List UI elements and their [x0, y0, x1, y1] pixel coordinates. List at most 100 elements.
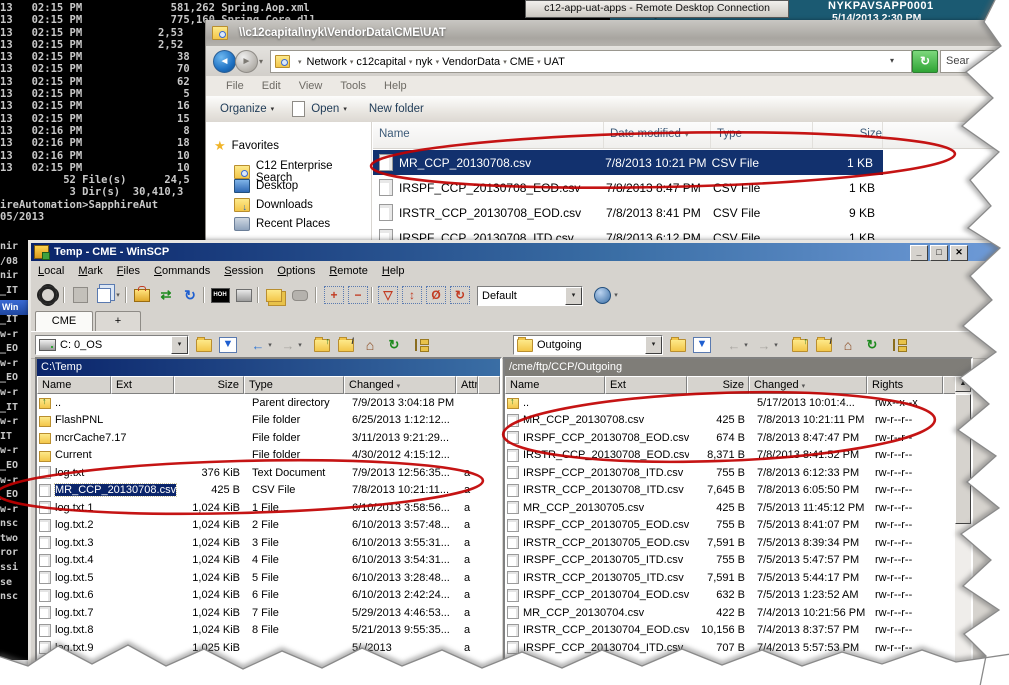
column-header-name[interactable]: Name	[373, 122, 604, 148]
clear-selection-icon[interactable]: Ø	[425, 285, 447, 305]
local-file-row[interactable]: .. Parent directory 7/9/2013 3:04:18 PM	[37, 394, 500, 412]
remote-root-directory-icon[interactable]: /	[813, 335, 835, 355]
menu-item[interactable]: Mark	[78, 261, 102, 281]
remote-open-directory-icon[interactable]	[667, 335, 689, 355]
remote-home-directory-icon[interactable]: ⌂	[837, 335, 859, 355]
search-input[interactable]: Sear	[940, 50, 1009, 73]
select-files-icon[interactable]: +	[323, 285, 345, 305]
menu-item[interactable]: Edit	[262, 76, 281, 96]
session-tab-cme[interactable]: CME	[35, 311, 93, 332]
remote-file-row[interactable]: MR_CCP_20130705.csv 425 B 7/5/2013 11:45…	[505, 499, 955, 517]
winscp-titlebar[interactable]: Temp - CME - WinSCP _ □ ✕	[31, 243, 1006, 261]
putty-icon[interactable]	[233, 285, 255, 305]
synchronize-icon[interactable]	[131, 285, 153, 305]
scrollbar-thumb[interactable]	[955, 394, 971, 524]
local-file-row[interactable]: MR_CCP_20130708.csv 425 B CSV File 7/8/2…	[37, 482, 500, 500]
forward-button[interactable]: ►	[235, 50, 258, 73]
local-file-row[interactable]: log.txt.8 1,024 KiB 8 File 5/21/2013 9:5…	[37, 622, 500, 640]
sidebar-item[interactable]: Recent Places	[234, 217, 330, 231]
address-breadcrumb[interactable]: ▾ Network ▾ c12capital ▾	[270, 50, 912, 73]
menu-item[interactable]: Files	[117, 261, 140, 281]
local-file-row[interactable]: FlashPNL File folder 6/25/2013 1:12:12..…	[37, 412, 500, 430]
local-home-directory-icon[interactable]: ⌂	[359, 335, 381, 355]
open-button[interactable]: Open	[311, 103, 339, 115]
breadcrumb-item[interactable]: Network ▾	[304, 56, 354, 68]
remote-refresh-icon[interactable]: ↻	[861, 335, 883, 355]
find-files-icon[interactable]	[289, 285, 311, 305]
remote-file-row[interactable]: .. 5/17/2013 10:01:4... rwx--x--x	[505, 394, 955, 412]
close-button[interactable]: ✕	[950, 245, 968, 261]
remote-scrollbar[interactable]: ▲	[955, 376, 971, 680]
menu-item[interactable]: Tools	[340, 76, 366, 96]
history-dropdown-icon[interactable]: ▾	[259, 57, 263, 66]
chevron-down-icon[interactable]: ▾	[113, 285, 123, 305]
local-path-bar[interactable]: C:\Temp	[37, 359, 500, 376]
column-header-type[interactable]: Type	[711, 122, 813, 148]
restore-selection-icon[interactable]: ↻	[449, 285, 471, 305]
remote-file-row[interactable]: IRSPF_CCP_20130708_ITD.csv 755 B 7/8/201…	[505, 464, 955, 482]
column-header-changed[interactable]: Changed▾	[344, 376, 456, 394]
new-folder-button[interactable]: New folder	[369, 103, 424, 115]
transfer-settings-select[interactable]: Default ▾	[477, 286, 583, 306]
rdp-connection-bar[interactable]: c12-app-uat-apps - Remote Desktop Connec…	[525, 0, 789, 18]
organize-button[interactable]: Organize	[220, 103, 267, 115]
chevron-down-icon[interactable]: ▾	[645, 336, 662, 354]
local-file-row[interactable]: Current File folder 4/30/2012 4:15:12...	[37, 447, 500, 465]
menu-item[interactable]: View	[299, 76, 323, 96]
maximize-button[interactable]: □	[930, 245, 948, 261]
explorer-titlebar[interactable]: \\c12capital\nyk\VendorData\CME\UAT	[206, 20, 1006, 46]
local-root-directory-icon[interactable]: /	[335, 335, 357, 355]
remote-filter-icon[interactable]: ▼	[691, 335, 713, 355]
column-header-type[interactable]: Type	[244, 376, 344, 394]
remote-path-bar[interactable]: /cme/ftp/CCP/Outgoing	[505, 359, 971, 376]
select-by-mask-icon[interactable]: ▽	[377, 285, 399, 305]
local-file-row[interactable]: log.txt.9 1,025 KiB 5/ /2013 a	[37, 639, 500, 657]
menu-item[interactable]: Help	[382, 261, 405, 281]
explorer-file-row[interactable]: IRSTR_CCP_20130708_EOD.csv 7/8/2013 8:41…	[373, 200, 1006, 225]
local-file-row[interactable]: log.txt.3 1,024 KiB 3 File 6/10/2013 3:5…	[37, 534, 500, 552]
synchronize-browsing-icon[interactable]	[263, 285, 285, 305]
local-file-row[interactable]: mcrCache7.17 File folder 3/11/2013 9:21:…	[37, 429, 500, 447]
chevron-down-icon[interactable]: ▾	[611, 285, 621, 305]
remote-file-row[interactable]: IRSTR_CCP_20130708_EOD.csv 8,371 B 7/8/2…	[505, 447, 955, 465]
column-header-name[interactable]: Name	[505, 376, 605, 394]
remote-file-row[interactable]: IRSTR_CCP_20130704_EOD.csv 10,156 B 7/4/…	[505, 622, 955, 640]
remote-file-row[interactable]: IRSTR_CCP_20130708_ITD.csv 7,645 B 7/8/2…	[505, 482, 955, 500]
remote-file-row[interactable]: IRSPF_CCP_20130704_EOD.csv 632 B 7/5/201…	[505, 587, 955, 605]
preferences-gear-icon[interactable]	[37, 285, 59, 305]
chevron-down-icon[interactable]: ▾	[565, 287, 582, 305]
chevron-down-icon[interactable]: ▾	[171, 336, 188, 354]
breadcrumb-item[interactable]: c12capital ▾	[353, 56, 412, 68]
explorer-file-row[interactable]: IRSPF_CCP_20130708_EOD.csv 7/8/2013 8:47…	[373, 175, 1006, 200]
scroll-up-icon[interactable]: ▲	[955, 376, 971, 392]
minimize-button[interactable]: _	[910, 245, 928, 261]
column-header-ext[interactable]: Ext	[605, 376, 687, 394]
chevron-down-icon[interactable]: ▾	[295, 335, 305, 355]
local-parent-directory-icon[interactable]: ↑	[311, 335, 333, 355]
column-header-attr[interactable]: Attr	[456, 376, 478, 394]
remote-parent-directory-icon[interactable]: ↑	[789, 335, 811, 355]
invert-selection-icon[interactable]: ↕	[401, 285, 423, 305]
breadcrumb-item[interactable]: CME ▾	[507, 56, 541, 68]
explorer-file-row[interactable]: MR_CCP_20130708.csv 7/8/2013 10:21 PM CS…	[373, 150, 883, 175]
menu-item[interactable]: Commands	[154, 261, 210, 281]
duplicate-session-icon[interactable]	[93, 285, 115, 305]
menu-item[interactable]: Local	[38, 261, 64, 281]
local-tree-icon[interactable]	[411, 335, 433, 355]
local-file-row[interactable]: log.txt.6 1,024 KiB 6 File 6/10/2013 2:4…	[37, 587, 500, 605]
menu-item[interactable]: Help	[384, 76, 407, 96]
remote-file-row[interactable]: IRSPF_CCP_20130704_ITD.csv 707 B 7/4/201…	[505, 639, 955, 657]
local-open-directory-icon[interactable]	[193, 335, 215, 355]
column-header-size[interactable]: Size	[813, 122, 883, 148]
new-session-tab[interactable]: +	[95, 311, 141, 332]
remote-file-row[interactable]: IRSPF_CCP_20130705_EOD.csv 755 B 7/5/201…	[505, 517, 955, 535]
column-header-size[interactable]: Size	[174, 376, 244, 394]
sidebar-item[interactable]: Downloads	[234, 198, 313, 212]
local-filter-icon[interactable]: ▼	[217, 335, 239, 355]
local-file-row[interactable]: log.txt 376 KiB Text Document 7/9/2013 1…	[37, 464, 500, 482]
local-file-row[interactable]: log.txt.1 1,024 KiB 1 File 6/10/2013 3:5…	[37, 499, 500, 517]
local-file-row[interactable]: log.txt.4 1,024 KiB 4 File 6/10/2013 3:5…	[37, 552, 500, 570]
column-header-name[interactable]: Name	[37, 376, 111, 394]
column-header-date-modified[interactable]: Date modified▾	[604, 122, 711, 148]
address-dropdown-icon[interactable]: ▾	[890, 56, 894, 65]
